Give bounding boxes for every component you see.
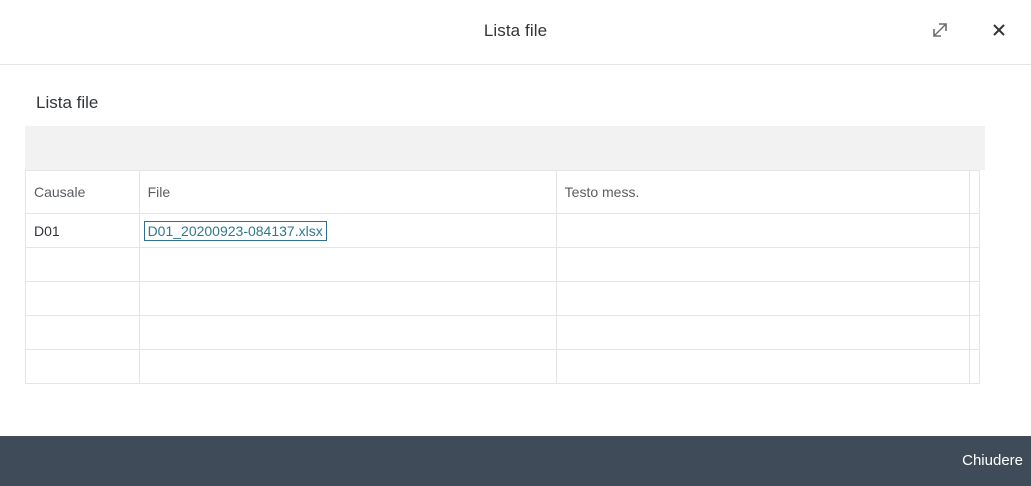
cell-testo-mess [555,213,970,248]
dialog-footer: Chiudere [0,436,1031,486]
dialog-header: Lista file [0,0,1031,65]
cell-file: D01_20200923-084137.xlsx [138,213,557,248]
table-header-row: Causale File Testo mess. [25,170,981,214]
column-header-file[interactable]: File [138,170,557,214]
cell-testo-mess [555,315,970,350]
file-list-dialog: Lista file Lista file Causale File Testo… [0,0,1031,486]
cell-causale [25,349,140,384]
cell-causale [25,315,140,350]
cell-causale: D01 [25,213,140,248]
dialog-content: Lista file Causale File Testo mess. D01 [0,65,1031,436]
cell-spacer [968,247,981,282]
file-link[interactable]: D01_20200923-084137.xlsx [143,220,327,241]
file-table: Causale File Testo mess. D01 D01_2020092… [25,170,981,384]
cell-testo-mess [555,247,970,282]
section-title: Lista file [36,93,99,112]
cell-spacer [968,349,981,384]
expand-icon [930,20,950,45]
column-header-causale[interactable]: Causale [25,170,140,214]
close-button[interactable] [985,18,1013,46]
cell-testo-mess [555,281,970,316]
close-icon [991,22,1007,43]
cell-causale [25,281,140,316]
dialog-title: Lista file [483,21,548,40]
table-toolbar [25,126,985,170]
table-row[interactable] [25,247,981,282]
cell-file [138,349,557,384]
column-header-spacer [968,170,981,214]
cell-spacer [968,213,981,248]
column-header-testo-mess[interactable]: Testo mess. [555,170,970,214]
expand-button[interactable] [926,18,954,46]
table-row[interactable] [25,281,981,316]
close-dialog-button[interactable]: Chiudere [962,452,1023,469]
table-row[interactable] [25,349,981,384]
cell-file [138,281,557,316]
table-row[interactable] [25,315,981,350]
cell-testo-mess [555,349,970,384]
table-row[interactable]: D01 D01_20200923-084137.xlsx [25,213,981,248]
cell-file [138,315,557,350]
cell-causale [25,247,140,282]
cell-spacer [968,281,981,316]
cell-file [138,247,557,282]
cell-spacer [968,315,981,350]
